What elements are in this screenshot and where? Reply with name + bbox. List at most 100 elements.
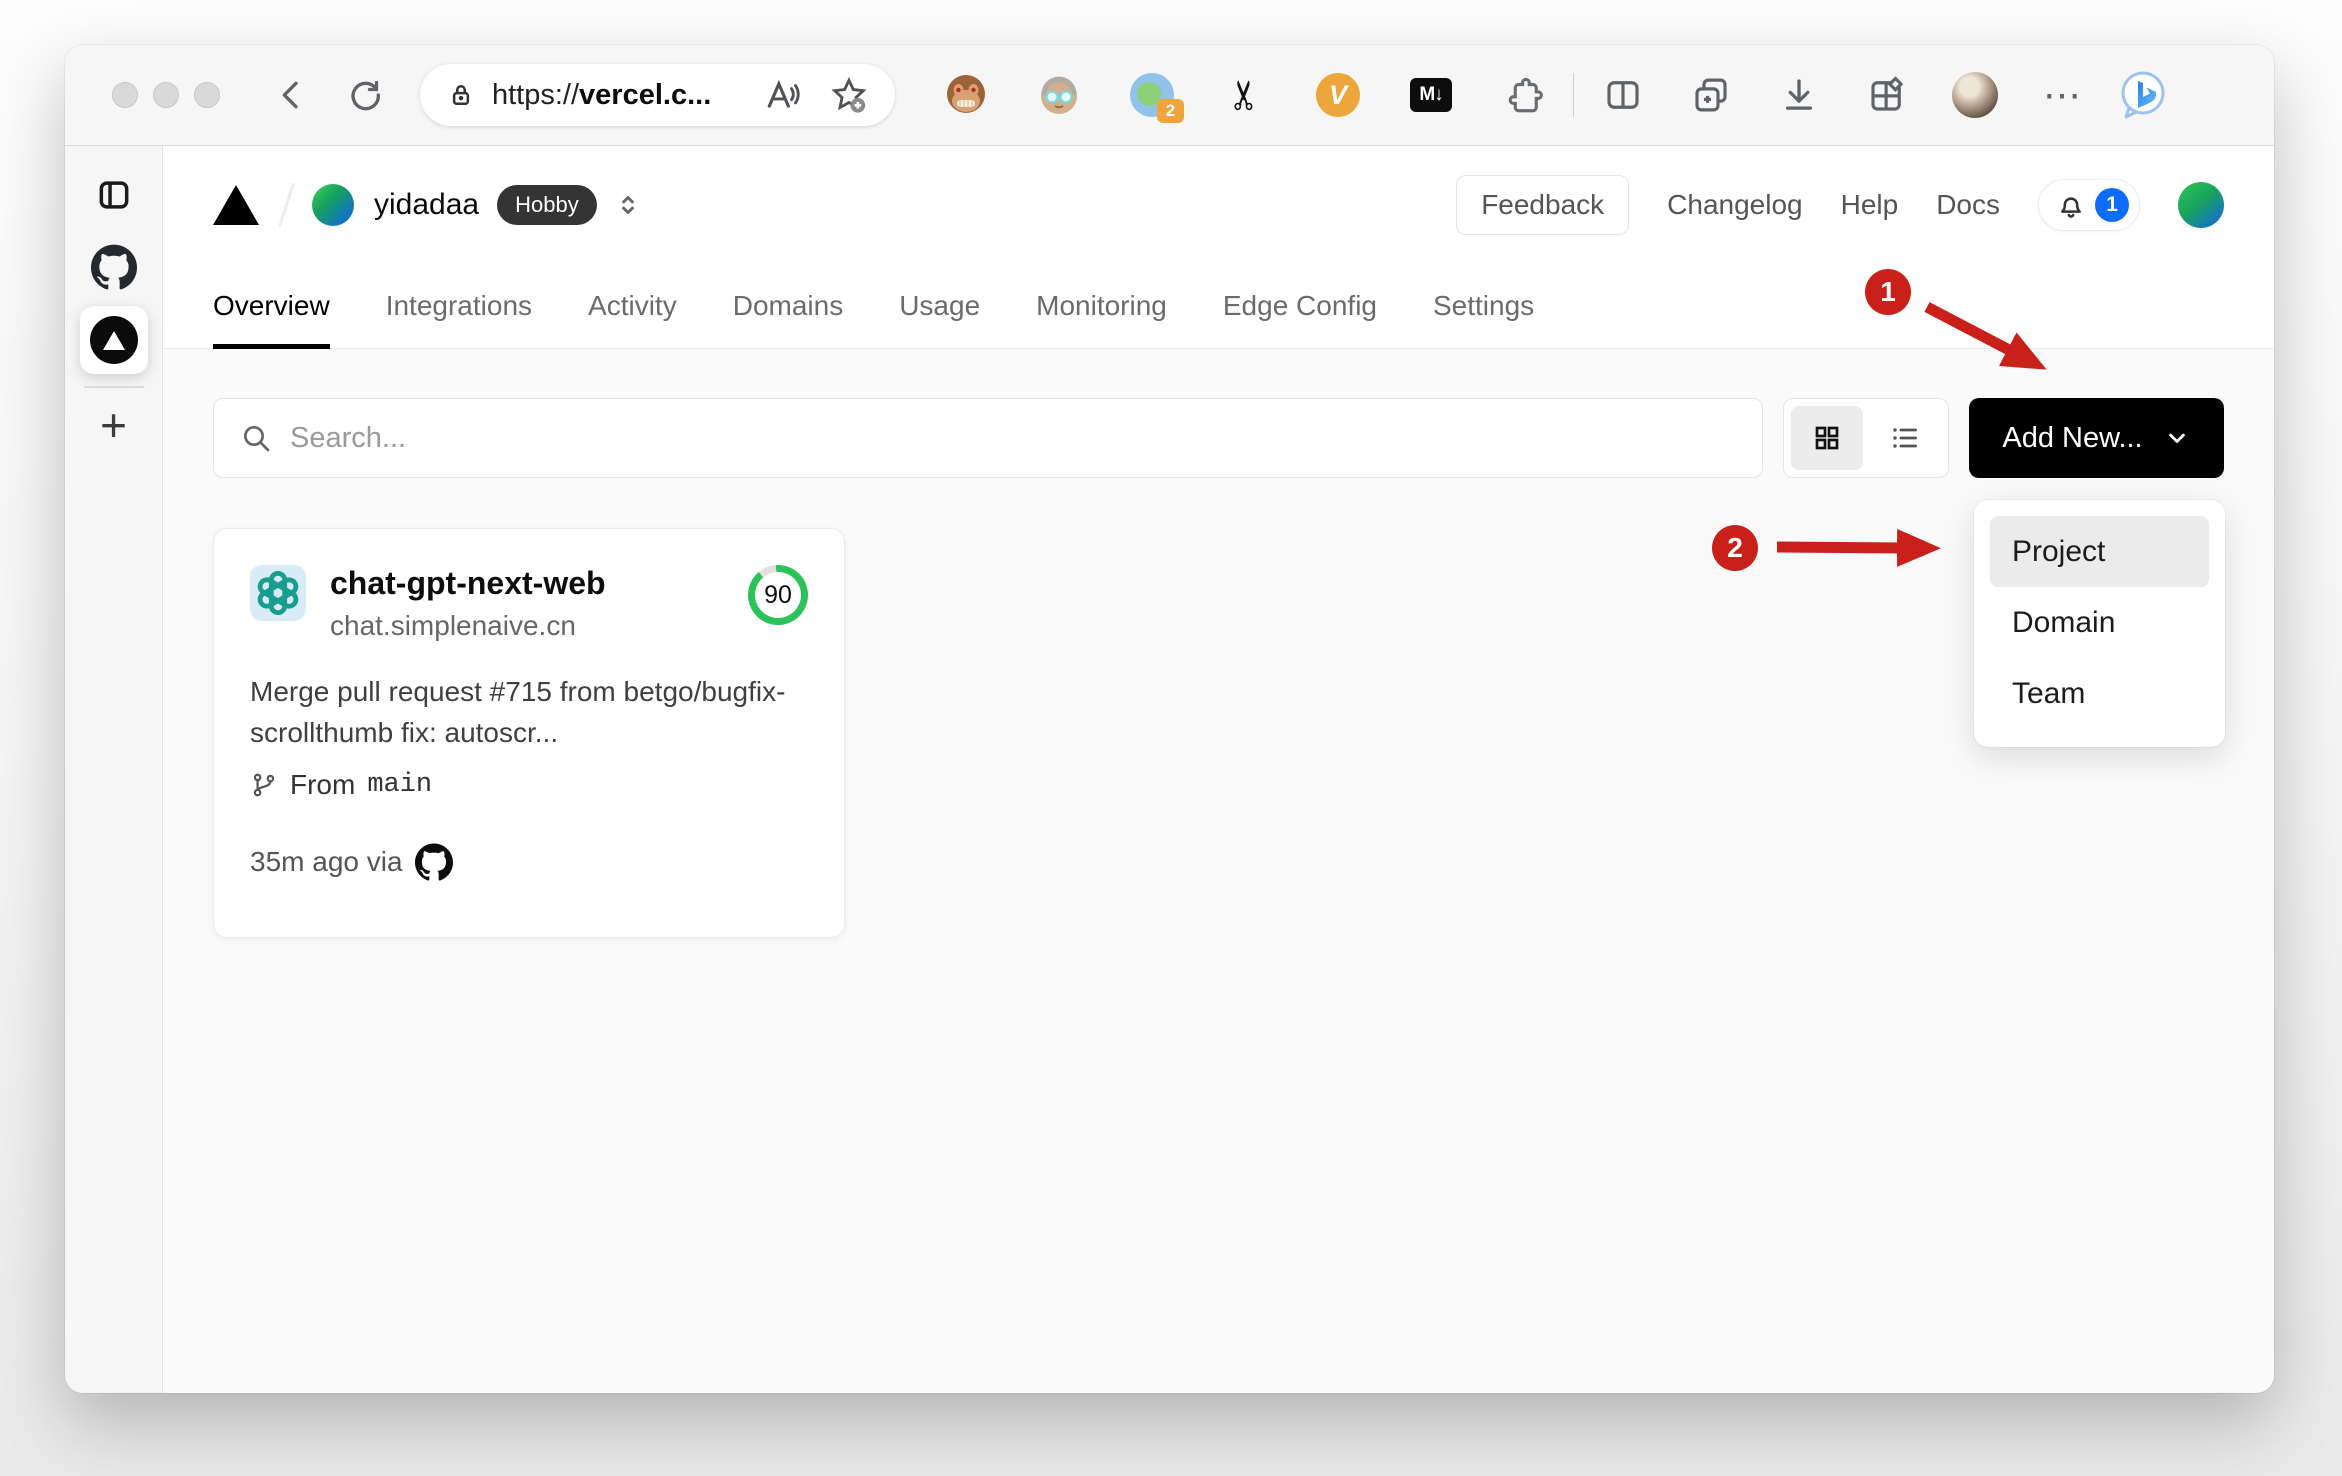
team-switcher-button[interactable] (613, 188, 643, 222)
collections-button[interactable] (1688, 72, 1734, 118)
proxy-badge: 2 (1157, 99, 1184, 123)
list-view-icon (1893, 428, 1917, 448)
sidebar-item-vercel-active[interactable] (79, 306, 148, 374)
apps-launcher-button[interactable] (1864, 72, 1910, 118)
project-card[interactable]: chat-gpt-next-web chat.simplenaive.cn 90… (213, 528, 845, 938)
elder-face-icon (1041, 76, 1077, 114)
user-avatar[interactable] (2178, 182, 2224, 228)
sidebar-item-github[interactable] (90, 244, 137, 290)
back-arrow-icon (282, 81, 298, 109)
edge-sidebar: + (65, 146, 163, 1393)
reload-icon (351, 80, 381, 111)
tab-usage[interactable]: Usage (899, 264, 980, 348)
puzzle-icon (1508, 77, 1543, 113)
v-extension-icon[interactable]: V (1315, 72, 1361, 118)
tab-monitoring[interactable]: Monitoring (1036, 264, 1167, 348)
download-icon (1785, 79, 1813, 110)
bell-icon (2061, 197, 2081, 218)
browser-toolbar: https://vercel.c... 2 ✂ V M↓ ⋯ (65, 45, 2274, 146)
team-name[interactable]: yidadaa (374, 188, 479, 222)
github-icon (90, 244, 137, 290)
proxy-globe-icon: 2 (1130, 73, 1184, 123)
github-icon (414, 843, 453, 881)
view-toggle (1783, 398, 1949, 478)
docs-link[interactable]: Docs (1936, 189, 2000, 221)
sidebar-divider (83, 386, 144, 388)
help-link[interactable]: Help (1841, 189, 1899, 221)
bing-icon (2121, 71, 2165, 119)
downloads-button[interactable] (1776, 72, 1822, 118)
url-text[interactable]: https://vercel.c... (492, 79, 711, 112)
annotation-step-1: 1 (1865, 269, 1911, 315)
lock-icon (452, 85, 470, 105)
collections-icon (1695, 78, 1727, 112)
clipper-extension-icon[interactable]: ✂ (1222, 72, 1268, 118)
branch-prefix: From (290, 769, 356, 801)
extensions-menu-button[interactable] (1501, 72, 1547, 118)
search-input[interactable] (290, 421, 1736, 455)
zoom-window-button[interactable] (194, 82, 220, 108)
extension-icons: 2 ✂ V M↓ (943, 72, 1547, 123)
browser-profile-button[interactable] (1952, 72, 1998, 118)
reload-button[interactable] (339, 70, 389, 120)
dashboard-tabs: Overview Integrations Activity Domains U… (213, 264, 2224, 349)
notifications-button[interactable]: 1 (2038, 179, 2140, 231)
minimize-window-button[interactable] (153, 82, 179, 108)
add-new-button[interactable]: Add New... (1969, 398, 2224, 478)
add-new-label: Add New... (2002, 421, 2143, 454)
more-menu-button[interactable]: ⋯ (2040, 72, 2086, 118)
lighthouse-score-value: 90 (755, 572, 801, 618)
grid-view-icon (1815, 426, 1839, 450)
close-window-button[interactable] (112, 82, 138, 108)
browser-action-icons: ⋯ (1600, 72, 2086, 118)
dropdown-item-domain[interactable]: Domain (1990, 587, 2209, 658)
deploy-meta: 35m ago via (250, 846, 403, 878)
tab-overview[interactable]: Overview (213, 264, 330, 349)
project-domain[interactable]: chat.simplenaive.cn (330, 610, 606, 642)
tab-activity[interactable]: Activity (588, 264, 677, 348)
elder-extension-icon[interactable] (1036, 72, 1082, 118)
changelog-link[interactable]: Changelog (1667, 189, 1802, 221)
tab-edge-config[interactable]: Edge Config (1223, 264, 1377, 348)
dropdown-item-team[interactable]: Team (1990, 658, 2209, 729)
sidebar-toggle-button[interactable] (95, 176, 133, 214)
select-chevrons-icon (621, 196, 634, 214)
bing-chat-button[interactable] (2116, 68, 2170, 122)
openai-logo-icon (257, 570, 299, 616)
chevron-down-icon (2168, 433, 2185, 443)
vercel-logo[interactable] (213, 185, 259, 225)
tab-domains[interactable]: Domains (733, 264, 843, 348)
apps-layout-icon (1871, 76, 1904, 111)
vercel-header: yidadaa Hobby Feedback Changelog Help Do… (163, 146, 2274, 349)
address-bar[interactable]: https://vercel.c... (420, 64, 895, 126)
tampermonkey-extension-icon[interactable] (943, 72, 989, 118)
split-screen-button[interactable] (1600, 72, 1646, 118)
vercel-icon (89, 316, 138, 364)
browser-window: https://vercel.c... 2 ✂ V M↓ ⋯ + yidadaa… (65, 45, 2274, 1393)
add-new-dropdown: Project Domain Team (1974, 500, 2225, 747)
project-favicon (250, 565, 306, 621)
git-branch-icon (253, 773, 275, 797)
markdown-extension-icon[interactable]: M↓ (1408, 72, 1454, 118)
lighthouse-score-ring[interactable]: 90 (748, 565, 808, 625)
profile-avatar (1952, 72, 1998, 118)
branch-name: main (367, 770, 433, 801)
annotation-step-2: 2 (1712, 525, 1758, 571)
add-favorite-star-icon[interactable] (829, 75, 869, 115)
feedback-button[interactable]: Feedback (1456, 175, 1630, 235)
list-view-button[interactable] (1869, 406, 1941, 470)
scissors-icon: ✂ (1221, 78, 1268, 112)
proxy-extension-icon[interactable]: 2 (1129, 72, 1184, 123)
read-aloud-icon[interactable] (763, 76, 801, 114)
sidebar-add-button[interactable]: + (100, 402, 127, 448)
split-screen-icon (1607, 81, 1639, 109)
latest-commit-message: Merge pull request #715 from betgo/bugfi… (250, 676, 786, 748)
project-name[interactable]: chat-gpt-next-web (330, 565, 606, 602)
panel-icon (99, 181, 128, 209)
back-button[interactable] (266, 70, 316, 120)
project-search[interactable] (213, 398, 1763, 478)
tab-settings[interactable]: Settings (1433, 264, 1534, 348)
grid-view-button[interactable] (1791, 406, 1863, 470)
dropdown-item-project[interactable]: Project (1990, 516, 2209, 587)
tab-integrations[interactable]: Integrations (386, 264, 532, 348)
